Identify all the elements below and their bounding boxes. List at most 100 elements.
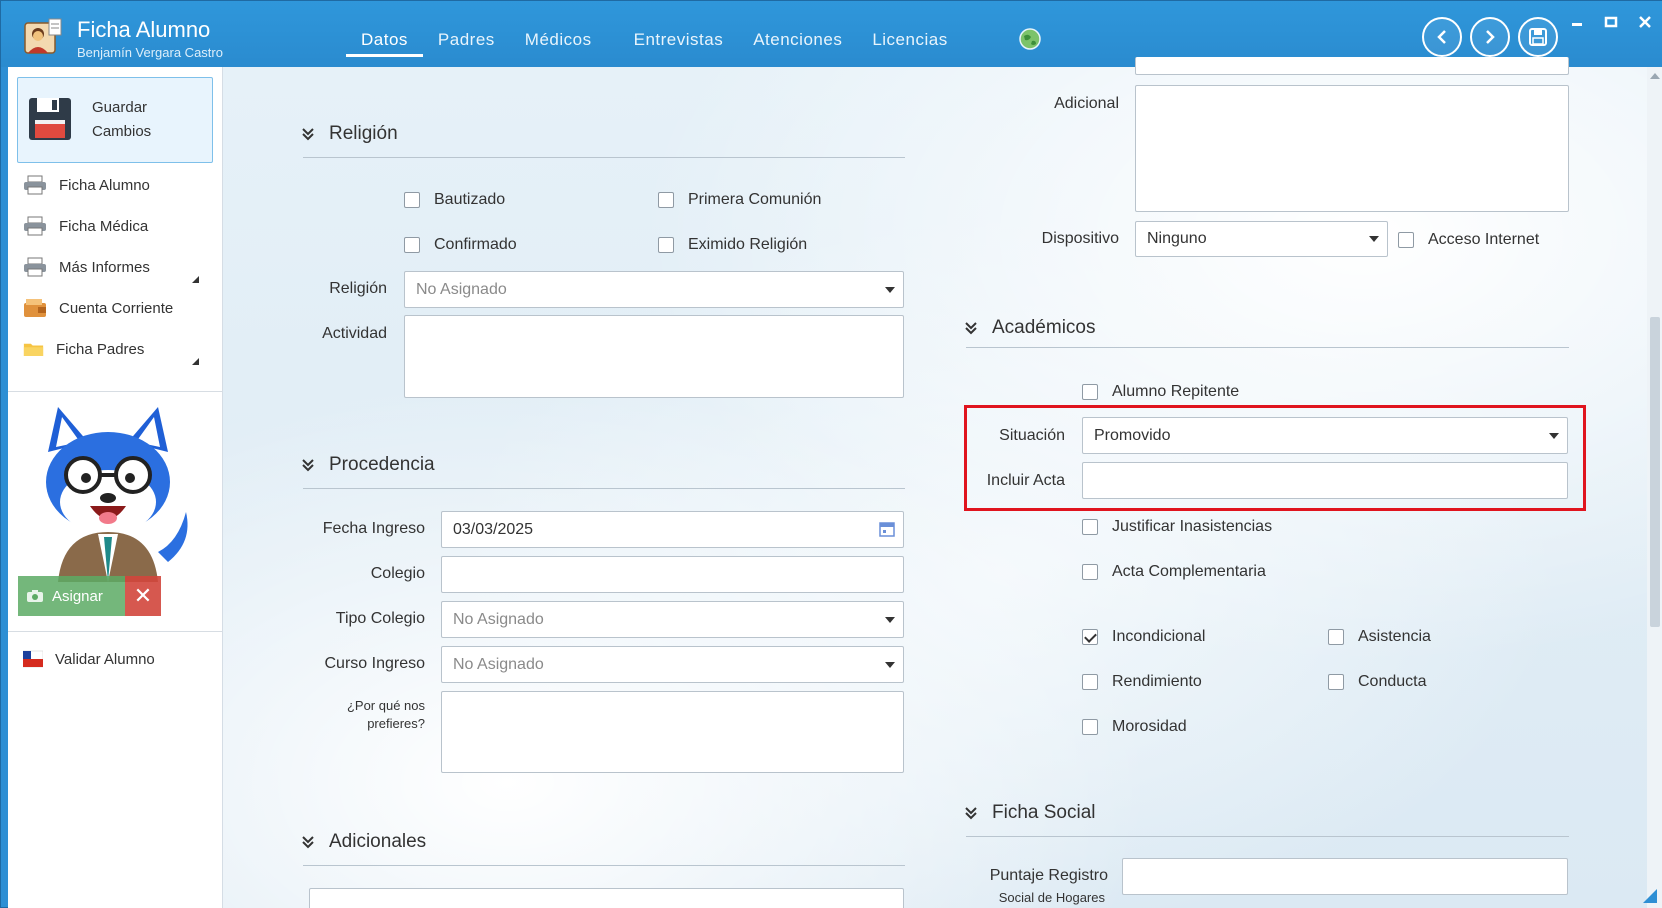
checkbox-box[interactable] bbox=[1082, 564, 1098, 580]
globe-icon[interactable] bbox=[1019, 28, 1041, 50]
curso-ingreso-label: Curso Ingreso bbox=[324, 655, 426, 672]
adicionales-field[interactable] bbox=[309, 888, 904, 908]
section-header-ficha-social[interactable]: Ficha Social bbox=[964, 802, 1096, 824]
assign-photo-button[interactable]: Asignar bbox=[18, 576, 125, 616]
curso-ingreso-select[interactable]: No Asignado bbox=[441, 646, 904, 683]
religion-select[interactable]: No Asignado bbox=[404, 271, 904, 308]
justificar-inasistencias-checkbox[interactable]: Justificar Inasistencias bbox=[1082, 518, 1272, 536]
puntaje-registro-input[interactable] bbox=[1122, 858, 1568, 895]
asistencia-checkbox[interactable]: Asistencia bbox=[1328, 628, 1431, 646]
checkbox-box[interactable] bbox=[1082, 674, 1098, 690]
tipo-colegio-value: No Asignado bbox=[453, 610, 544, 628]
section-header-religion[interactable]: Religión bbox=[301, 123, 398, 145]
checkbox-box[interactable] bbox=[658, 192, 674, 208]
vertical-scrollbar[interactable] bbox=[1647, 67, 1662, 908]
sidebar-item-mas-informes[interactable]: Más Informes bbox=[23, 249, 213, 285]
section-title: Religión bbox=[329, 123, 398, 144]
tab-padres[interactable]: Padres bbox=[423, 27, 510, 63]
fecha-ingreso-label: Fecha Ingreso bbox=[322, 520, 425, 537]
checkbox-box[interactable] bbox=[1328, 629, 1344, 645]
resize-grip-icon[interactable] bbox=[1641, 887, 1659, 905]
sidebar-item-label: Cuenta Corriente bbox=[59, 299, 174, 317]
save-changes-button[interactable]: Guardar Cambios bbox=[17, 77, 213, 163]
label-line: prefieres? bbox=[367, 716, 425, 731]
chile-flag-icon bbox=[23, 650, 43, 668]
religion-field-label: Religión bbox=[329, 280, 387, 297]
sidebar-item-validar-alumno[interactable]: Validar Alumno bbox=[23, 641, 213, 677]
rendimiento-checkbox[interactable]: Rendimiento bbox=[1082, 673, 1202, 691]
bautizado-checkbox[interactable]: Bautizado bbox=[404, 191, 505, 209]
dispositivo-value: Ninguno bbox=[1147, 230, 1207, 247]
previous-field[interactable] bbox=[1135, 57, 1569, 75]
actividad-textarea[interactable] bbox=[404, 315, 904, 398]
checkbox-box[interactable] bbox=[1328, 674, 1344, 690]
checkbox-box[interactable] bbox=[404, 237, 420, 253]
section-header-procedencia[interactable]: Procedencia bbox=[301, 454, 435, 476]
checkbox-label: Eximido Religión bbox=[688, 236, 808, 253]
sidebar-item-ficha-padres[interactable]: Ficha Padres bbox=[23, 331, 213, 367]
student-name: Benjamín Vergara Castro bbox=[77, 45, 223, 60]
incluir-acta-label: Incluir Acta bbox=[986, 472, 1065, 489]
section-divider bbox=[303, 488, 905, 489]
section-divider bbox=[303, 157, 905, 158]
save-record-button[interactable] bbox=[1518, 17, 1558, 57]
tipo-colegio-select[interactable]: No Asignado bbox=[441, 601, 904, 638]
remove-photo-button[interactable]: ✕ bbox=[125, 576, 161, 616]
incluir-acta-input[interactable] bbox=[1082, 462, 1568, 499]
conducta-checkbox[interactable]: Conducta bbox=[1328, 673, 1427, 691]
eximido-religion-checkbox[interactable]: Eximido Religión bbox=[658, 236, 807, 254]
checkbox-box[interactable] bbox=[1082, 629, 1098, 645]
student-profile-icon bbox=[24, 18, 62, 54]
alumno-repitente-checkbox[interactable]: Alumno Repitente bbox=[1082, 383, 1239, 401]
puntaje-registro-label: Puntaje Registro bbox=[989, 867, 1108, 884]
situacion-select[interactable]: Promovido bbox=[1082, 417, 1568, 454]
checkbox-label: Bautizado bbox=[434, 191, 506, 208]
checkbox-label: Justificar Inasistencias bbox=[1112, 518, 1273, 535]
tab-datos[interactable]: Datos bbox=[346, 27, 423, 63]
expand-triangle-icon[interactable] bbox=[192, 358, 199, 365]
primera-comunion-checkbox[interactable]: Primera Comunión bbox=[658, 191, 821, 209]
chevron-right-icon bbox=[1486, 30, 1495, 44]
checkbox-box[interactable] bbox=[404, 192, 420, 208]
checkbox-box[interactable] bbox=[1398, 232, 1414, 248]
next-record-button[interactable] bbox=[1470, 17, 1510, 57]
prev-record-button[interactable] bbox=[1422, 17, 1462, 57]
tab-licencias[interactable]: Licencias bbox=[857, 27, 962, 63]
section-header-adicionales[interactable]: Adicionales bbox=[301, 831, 426, 853]
tab-atenciones[interactable]: Atenciones bbox=[738, 27, 857, 63]
adicional-textarea[interactable] bbox=[1135, 85, 1569, 212]
sidebar-item-label: Más Informes bbox=[59, 258, 150, 276]
incondicional-checkbox[interactable]: Incondicional bbox=[1082, 628, 1205, 646]
sidebar-item-label: Ficha Alumno bbox=[59, 176, 150, 194]
sidebar-item-ficha-alumno[interactable]: Ficha Alumno bbox=[23, 167, 213, 203]
checkbox-label: Primera Comunión bbox=[688, 191, 822, 208]
close-icon[interactable] bbox=[1636, 15, 1654, 29]
section-header-academicos[interactable]: Académicos bbox=[964, 317, 1096, 339]
confirmado-checkbox[interactable]: Confirmado bbox=[404, 236, 517, 254]
dispositivo-select[interactable]: Ninguno bbox=[1135, 221, 1388, 257]
checkbox-box[interactable] bbox=[1082, 719, 1098, 735]
colegio-input[interactable] bbox=[441, 556, 904, 593]
tab-medicos[interactable]: Médicos bbox=[510, 27, 607, 63]
section-title: Ficha Social bbox=[992, 802, 1096, 823]
sidebar-item-ficha-medica[interactable]: Ficha Médica bbox=[23, 208, 213, 244]
checkbox-box[interactable] bbox=[1082, 519, 1098, 535]
acceso-internet-checkbox[interactable]: Acceso Internet bbox=[1398, 231, 1539, 249]
fecha-ingreso-datepicker[interactable]: 03/03/2025 bbox=[441, 511, 904, 548]
window-title: Ficha Alumno bbox=[77, 17, 211, 42]
checkbox-box[interactable] bbox=[1082, 384, 1098, 400]
sidebar-item-cuenta-corriente[interactable]: Cuenta Corriente bbox=[23, 290, 213, 326]
checkbox-box[interactable] bbox=[658, 237, 674, 253]
chevron-down-icon bbox=[885, 286, 895, 293]
acta-complementaria-checkbox[interactable]: Acta Complementaria bbox=[1082, 563, 1266, 581]
tab-entrevistas[interactable]: Entrevistas bbox=[619, 27, 739, 63]
calendar-icon[interactable] bbox=[879, 521, 895, 537]
scroll-up-arrow-icon[interactable] bbox=[1650, 73, 1660, 79]
expand-triangle-icon[interactable] bbox=[192, 276, 199, 283]
scrollbar-thumb[interactable] bbox=[1650, 317, 1660, 627]
morosidad-checkbox[interactable]: Morosidad bbox=[1082, 718, 1187, 736]
maximize-icon[interactable] bbox=[1602, 15, 1620, 29]
minimize-icon[interactable] bbox=[1568, 15, 1586, 29]
chevron-down-icon bbox=[1549, 432, 1559, 439]
por-que-nos-prefieres-textarea[interactable] bbox=[441, 691, 904, 773]
